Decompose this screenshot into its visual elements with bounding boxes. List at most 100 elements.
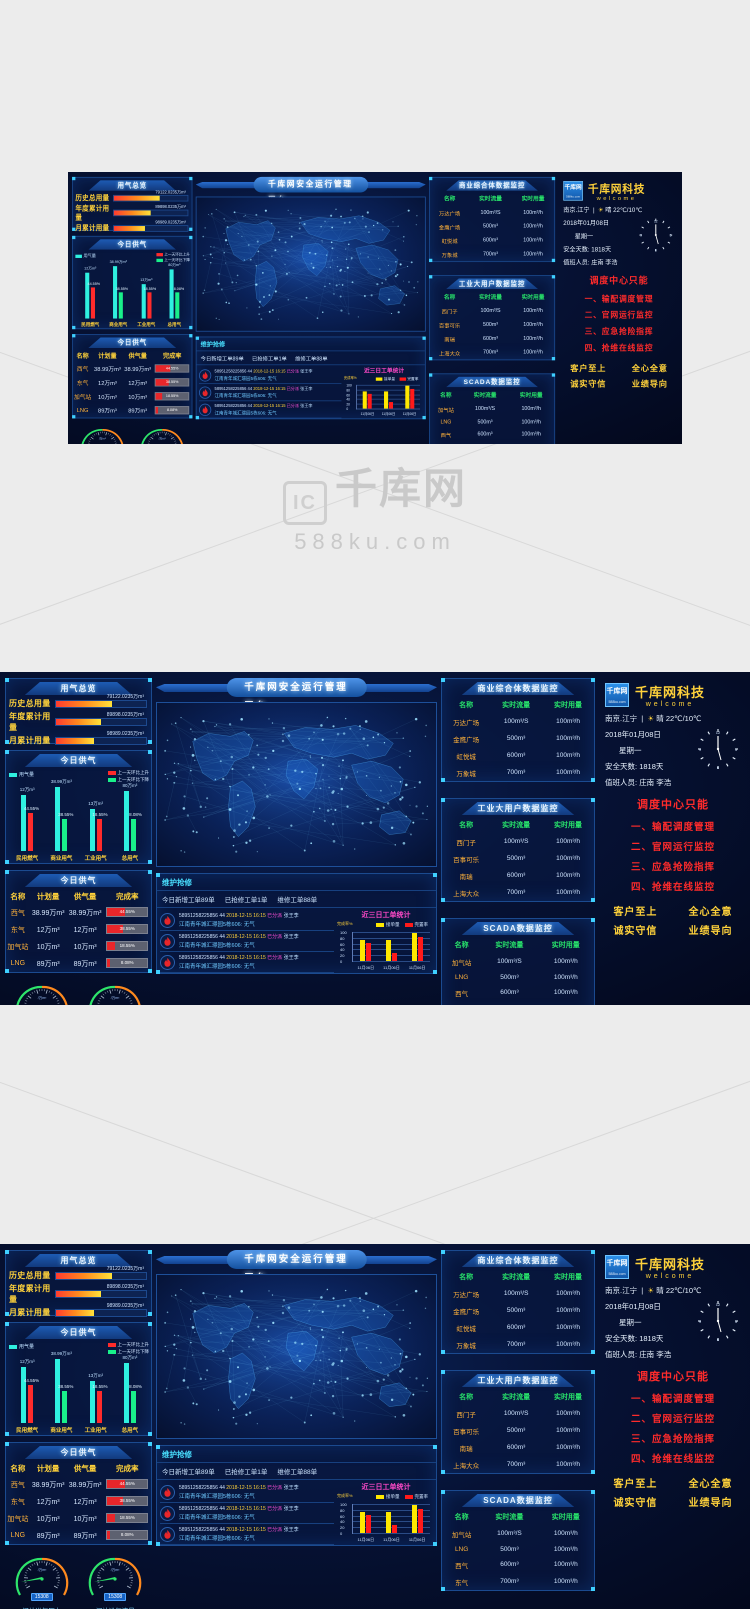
table-row[interactable]: 西气 38.99万m³ 38.99万m³ 44.55% (6, 1476, 151, 1493)
table-row[interactable]: LNG 500m³ 100m³/h (442, 1542, 594, 1556)
list-item[interactable]: 58951258225856 44 2018-12-15 16:15 已分派 张… (160, 931, 334, 952)
dispatch-item-3[interactable]: 三、应急抢险指挥 (558, 325, 679, 337)
dispatch-item-1[interactable]: 一、输配调度管理 (599, 819, 747, 833)
list-item[interactable]: 58951258225856 44 2018-12-15 16:15 已分派 张… (198, 401, 342, 419)
table-row[interactable]: 万达广场 100m³/S 100m³/h (442, 713, 594, 730)
list-item[interactable]: 58951258225856 44 2018-12-15 16:15 已分派 张… (198, 367, 342, 385)
dashboard-preview-top[interactable]: 用气总览 历史总用量 79122.0235万m³ 年度累计用量 89898.02… (68, 172, 682, 444)
cell-name: 东气 (455, 1579, 469, 1587)
table-row[interactable]: 虹悦城 600m³ 100m³/h (442, 1319, 594, 1336)
world-map[interactable] (156, 1274, 437, 1439)
table-row[interactable]: 加气站 100m³/S 100m³/h (430, 402, 554, 416)
commercial-title: 商业综合体数据监控 (461, 1254, 575, 1267)
table-row[interactable]: 西门子 100m³/S 100m³/h (442, 1405, 594, 1422)
rate-label: 44.55% (119, 1480, 135, 1486)
table-row[interactable]: 西气 600m³ 100m³/h (430, 427, 554, 441)
cell-name: 南瑞 (459, 1445, 473, 1453)
table-row[interactable]: 金鹰广场 500m³ 100m³/h (442, 1302, 594, 1319)
table-row[interactable]: LNG 89万m³ 89万m³ 8.08% (6, 1527, 151, 1544)
cell-name: 西气 (440, 432, 452, 439)
world-map[interactable] (195, 196, 426, 332)
dispatch-item-2[interactable]: 二、官网运行监控 (599, 839, 747, 853)
table-row[interactable]: 万达广场 100m³/S 100m³/h (442, 1285, 594, 1302)
table-row[interactable]: 百事可乐 500m³ 100m³/h (442, 850, 594, 867)
dispatch-item-3[interactable]: 三、应急抢险指挥 (599, 859, 747, 873)
table-row[interactable]: 加气站 100m³/S 100m³/h (442, 1525, 594, 1542)
table-row[interactable]: 东气 12万m³ 12万m³ 38.55% (6, 1493, 151, 1510)
table-row[interactable]: LNG 89万m³ 89万m³ 8.08% (73, 404, 192, 418)
cell-flow: 100m³/S (474, 406, 496, 412)
order-assignee: 张王李 (283, 955, 299, 961)
table-row[interactable]: 东气 12万m³ 12万m³ 38.55% (73, 376, 192, 390)
table-row[interactable]: LNG 89万m³ 89万m³ 8.08% (6, 955, 151, 972)
list-item[interactable]: 58951258225856 44 2018-12-15 16:15 已分派 张… (160, 952, 334, 973)
overview-label: 历史总用量 (9, 1271, 51, 1280)
dispatch-item-4[interactable]: 四、抢维在线监控 (599, 1451, 747, 1465)
bar-usage (123, 1363, 129, 1423)
dispatch-item-4[interactable]: 四、抢维在线监控 (558, 341, 679, 353)
table-row[interactable]: 西气 38.99万m³ 38.99万m³ 44.55% (73, 362, 192, 376)
table-row[interactable]: 加气站 10万m³ 10万m³ 18.55% (6, 938, 151, 955)
table-row[interactable]: 西门子 100m³/S 100m³/h (430, 304, 554, 318)
list-item[interactable]: 58951258225856 44 2018-12-15 16:15 已分派 张… (160, 1524, 334, 1545)
dispatch-heading: 调度中心只能 (637, 1371, 709, 1383)
cell-name: 万象城 (441, 252, 458, 259)
dispatch-item-2[interactable]: 二、官网运行监控 (558, 309, 679, 320)
table-row[interactable]: 南瑞 600m³ 100m³/h (442, 1439, 594, 1456)
dashboard-preview-middle[interactable]: 用气总览 历史总用量 79122.0235万m³ 年度累计用量 89898.02… (0, 672, 750, 1005)
table-row[interactable]: 西气 38.99万m³ 38.99万m³ 44.55% (6, 904, 151, 921)
table-row[interactable]: 上海大众 700m³ 100m³/h (442, 1456, 594, 1473)
dashboard-preview-bottom[interactable]: 用气总览 历史总用量 79122.0235万m³ 年度累计用量 89898.02… (0, 1244, 750, 1609)
table-row[interactable]: 加气站 10万m³ 10万m³ 18.55% (6, 1510, 151, 1527)
table-row[interactable]: 加气站 100m³/S 100m³/h (442, 953, 594, 970)
overview-bar-track: 79122.0235万m³ (113, 190, 189, 202)
table-row[interactable]: 万象城 700m³ 100m³/h (442, 1336, 594, 1353)
table-row[interactable]: 东气 12万m³ 12万m³ 38.55% (6, 921, 151, 938)
overview-bar-track: 89898.0235万m³ (55, 1284, 147, 1298)
table-header-row: 名称 计划量 供气量 完成率 (6, 889, 151, 904)
world-map[interactable] (156, 702, 437, 867)
table-row[interactable]: 虹悦城 600m³ 100m³/h (442, 747, 594, 764)
dispatch-item-3[interactable]: 三、应急抢险指挥 (599, 1431, 747, 1445)
table-row[interactable]: 上海大众 700m³ 100m³/h (430, 346, 554, 360)
table-row[interactable]: 上海大众 700m³ 100m³/h (442, 884, 594, 901)
table-row[interactable]: 东气700m³100m³/h (430, 441, 554, 444)
table-row[interactable]: 西气 600m³ 100m³/h (442, 984, 594, 1001)
table-row[interactable]: 百事可乐 500m³ 100m³/h (442, 1422, 594, 1439)
table-row[interactable]: 加气站 10万m³ 10万m³ 18.55% (73, 390, 192, 404)
dispatch-item-1[interactable]: 一、输配调度管理 (599, 1391, 747, 1405)
panel-today-supply-table: 今日供气 名称 计划量 供气量 完成率 西气 38.99万m³ 38.99万m³… (5, 870, 152, 973)
table-row[interactable]: 南瑞 600m³ 100m³/h (430, 332, 554, 346)
table-row[interactable]: 南瑞 600m³ 100m³/h (442, 867, 594, 884)
list-item[interactable]: 58951258225856 44 2018-12-15 16:15 已分派 张… (160, 1503, 334, 1524)
table-row[interactable]: 西气 600m³ 100m³/h (442, 1556, 594, 1573)
list-item[interactable]: 58951258225856 44 2018-12-15 16:15 已分派 张… (160, 910, 334, 931)
list-item[interactable]: 58951258225856 44 2018-12-15 16:15 已分派 张… (198, 384, 342, 402)
legend-swatch-completed (404, 1495, 413, 1499)
table-row[interactable]: 东气700m³100m³/h (442, 1001, 594, 1005)
table-header-row: 名称 实时流量 实时用量 (430, 192, 554, 205)
table-row[interactable]: 金鹰广场 500m³ 100m³/h (442, 730, 594, 747)
table-row[interactable]: LNG 500m³ 100m³/h (442, 970, 594, 984)
rate-bar: 8.08% (106, 957, 149, 968)
table-row[interactable]: 百事可乐 500m³ 100m³/h (430, 318, 554, 332)
list-item[interactable]: 58951258225856 44 2018-12-15 16:15 已分派 张… (160, 1482, 334, 1503)
table-row[interactable]: 虹悦城 600m³ 100m³/h (430, 233, 554, 247)
table-row[interactable]: 西门子 100m³/S 100m³/h (442, 833, 594, 850)
bar-group: 12万m³ 44.55% 民用燃气 (80, 266, 100, 327)
stat-repaired-orders: 已抢修工单1单 (224, 1469, 268, 1476)
dispatch-item-1[interactable]: 一、输配调度管理 (558, 292, 679, 304)
table-row[interactable]: 万达广场 100m³/S 100m³/h (430, 206, 554, 220)
table-row[interactable]: 万象城 700m³ 100m³/h (442, 764, 594, 781)
cell-usage: 100m³/h (523, 335, 543, 342)
table-row[interactable]: 金鹰广场 500m³ 100m³/h (430, 219, 554, 233)
dispatch-item-2[interactable]: 二、官网运行监控 (599, 1411, 747, 1425)
table-row[interactable]: LNG 500m³ 100m³/h (430, 416, 554, 427)
table-row[interactable]: 东气700m³100m³/h (442, 1573, 594, 1590)
overview-bar-fill (113, 225, 145, 231)
table-row[interactable]: 万象城 700m³ 100m³/h (430, 247, 554, 261)
order-time: 2018-12-15 16:15 (226, 1506, 266, 1512)
dispatch-item-4[interactable]: 四、抢维在线监控 (599, 879, 747, 893)
usage-overview-rows: 历史总用量 79122.0235万m³ 年度累计用量 89898.0235万m³… (73, 190, 192, 233)
overview-bar-fill (113, 195, 160, 201)
